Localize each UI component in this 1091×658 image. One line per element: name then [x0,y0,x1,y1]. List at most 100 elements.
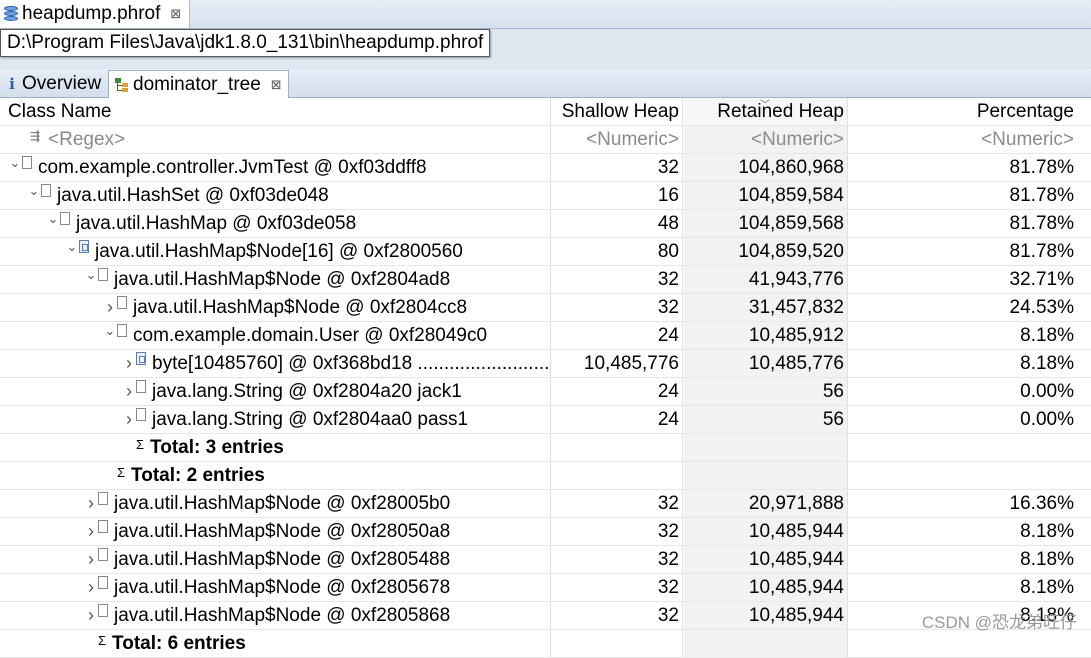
percentage-cell: 8.18% [1020,577,1074,598]
shallow-heap-cell: 32 [552,602,683,629]
close-icon[interactable]: ⊠ [271,77,282,93]
percentage-cell: 0.00% [1020,409,1074,430]
retained-heap-cell: 31,457,832 [684,294,848,321]
chevron-right-icon[interactable]: › [84,574,98,601]
class-name-text: Total: 3 entries [150,437,284,458]
chevron-right-icon[interactable]: › [84,518,98,545]
total-row[interactable]: Σ Total: 3 entries [0,434,1091,462]
class-name-text: java.util.HashMap @ 0xf03de058 [76,213,357,234]
table-row[interactable]: › java.util.HashMap$Node @ 0xf2805678 32 10… [0,574,1091,602]
chevron-right-icon[interactable]: › [84,546,98,573]
class-name-text: java.util.HashMap$Node @ 0xf28050a8 [114,521,451,542]
class-name-text: java.util.HashMap$Node @ 0xf2805488 [114,549,451,570]
class-name-cell: ⌄ com.example.domain.User @ 0xf28049c0 [0,322,551,349]
array-icon [136,352,146,365]
percentage-cell [849,630,1091,657]
class-name-filter-input[interactable]: <Regex> [0,126,551,153]
tab-overview[interactable]: i Overview [0,70,107,97]
total-row[interactable]: Σ Total: 2 entries [0,462,1091,490]
retained-heap-cell: 104,859,520 [684,238,848,265]
editor-tab-label: heapdump.phrof [22,3,161,24]
dominator-tree-table: Class Name Shallow Heap Retained Heap Pe… [0,98,1091,658]
percentage-cell [849,462,1091,489]
table-row[interactable]: › java.util.HashMap$Node @ 0xf2804cc8 32 31… [0,294,1091,322]
object-icon [117,324,127,337]
object-icon [41,184,51,197]
shallow-heap-cell: 48 [552,210,683,237]
table-row[interactable]: › byte[10485760] @ 0xf368bd18 ...........… [0,350,1091,378]
percentage-filter-input[interactable]: <Numeric> [849,126,1091,153]
percentage-cell [849,434,1091,461]
percentage-cell: 8.18% [1020,325,1074,346]
shallow-heap-cell: 32 [552,266,683,293]
chevron-right-icon[interactable]: › [122,406,136,433]
class-name-text: java.util.HashMap$Node[16] @ 0xf2800560 [95,241,463,262]
class-name-text: byte[10485760] @ 0xf368bd18 ............… [152,353,551,374]
chevron-right-icon[interactable]: › [103,294,117,321]
chevron-right-icon[interactable]: › [84,602,98,629]
table-row[interactable]: ⌄ java.util.HashMap$Node @ 0xf2804ad8 32 41… [0,266,1091,294]
percentage-cell: 0.00% [1020,381,1074,402]
sigma-icon: Σ [98,633,107,648]
table-row[interactable]: ⌄ java.util.HashMap$Node[16] @ 0xf2800560… [0,238,1091,266]
chevron-down-icon[interactable]: ⌄ [84,266,98,288]
table-row[interactable]: › java.lang.String @ 0xf2804a20 jack1 24 56… [0,378,1091,406]
class-name-text: java.util.HashSet @ 0xf03de048 [57,185,329,206]
editor-tab-heapdump[interactable]: heapdump.phrof ⊠ [0,0,191,28]
object-icon [98,604,108,617]
class-name-text: com.example.domain.User @ 0xf28049c0 [133,325,488,346]
file-path-tooltip: D:\Program Files\Java\jdk1.8.0_131\bin\h… [0,29,491,57]
class-name-text: java.util.HashMap$Node @ 0xf2804cc8 [133,297,468,318]
chevron-right-icon[interactable]: › [122,378,136,405]
chevron-down-icon[interactable]: ⌄ [65,238,79,260]
chevron-down-icon[interactable]: ⌄ [103,322,117,344]
class-name-cell: › java.lang.String @ 0xf2804a20 jack1 [0,378,551,405]
object-icon [98,548,108,561]
chevron-down-icon[interactable]: ⌄ [27,182,41,204]
chevron-down-icon[interactable]: ⌄ [46,210,60,232]
shallow-heap-cell: 24 [552,378,683,405]
class-name-cell: › java.util.HashMap$Node @ 0xf2804cc8 [0,294,551,321]
retained-heap-cell: 104,860,968 [684,154,848,181]
chevron-down-icon[interactable]: ⌄ [8,154,22,176]
class-name-cell: Σ Total: 2 entries [0,462,551,489]
class-name-cell: Σ Total: 3 entries [0,434,551,461]
table-row[interactable]: › java.lang.String @ 0xf2804aa0 pass1 24 56… [0,406,1091,434]
tab-dominator-tree[interactable]: dominator_tree ⊠ [108,70,289,98]
class-name-cell: ⌄ com.example.controller.JvmTest @ 0xf03d… [0,154,551,181]
table-row[interactable]: ⌄ com.example.controller.JvmTest @ 0xf03d… [0,154,1091,182]
shallow-heap-cell: 80 [552,238,683,265]
table-row[interactable]: ⌄ java.util.HashMap @ 0xf03de058 48 104,859… [0,210,1091,238]
retained-heap-cell: 10,485,944 [684,602,848,629]
class-name-cell: Σ Total: 6 entries [0,630,551,657]
column-header-percentage[interactable]: Percentage [849,98,1091,125]
table-row[interactable]: › java.util.HashMap$Node @ 0xf28050a8 32 10… [0,518,1091,546]
object-icon [22,156,32,169]
retained-heap-cell [684,462,848,489]
class-name-cell: › java.util.HashMap$Node @ 0xf28005b0 [0,490,551,517]
retained-heap-cell [684,630,848,657]
class-name-text: java.util.HashMap$Node @ 0xf28005b0 [114,493,451,514]
table-body: ⌄ com.example.controller.JvmTest @ 0xf03d… [0,154,1091,658]
table-row[interactable]: ⌄ com.example.domain.User @ 0xf28049c0 24 1… [0,322,1091,350]
percentage-cell: 81.78% [1009,157,1074,178]
table-row[interactable]: ⌄ java.util.HashSet @ 0xf03de048 16 104,859… [0,182,1091,210]
percentage-cell: 32.71% [1009,269,1074,290]
retained-heap-filter-input[interactable]: <Numeric> [684,126,848,153]
array-icon [79,240,89,253]
chevron-right-icon[interactable]: › [122,350,136,377]
shallow-heap-filter-input[interactable]: <Numeric> [552,126,683,153]
class-name-text: java.util.HashMap$Node @ 0xf2805678 [114,577,451,598]
object-icon [136,408,146,421]
tab-dominator-tree-label: dominator_tree [133,73,261,95]
retained-heap-cell: 104,859,584 [684,182,848,209]
filter-row: ⇶ <Regex> <Numeric> <Numeric> <Numeric> [0,126,1091,154]
total-row[interactable]: Σ Total: 6 entries [0,630,1091,658]
close-icon[interactable]: ⊠ [170,6,181,22]
table-row[interactable]: › java.util.HashMap$Node @ 0xf28005b0 32 20… [0,490,1091,518]
sigma-icon: Σ [117,465,126,480]
table-row[interactable]: › java.util.HashMap$Node @ 0xf2805488 32 10… [0,546,1091,574]
column-header-class-name[interactable]: Class Name [0,98,551,125]
column-header-shallow-heap[interactable]: Shallow Heap [552,98,683,125]
chevron-right-icon[interactable]: › [84,490,98,517]
